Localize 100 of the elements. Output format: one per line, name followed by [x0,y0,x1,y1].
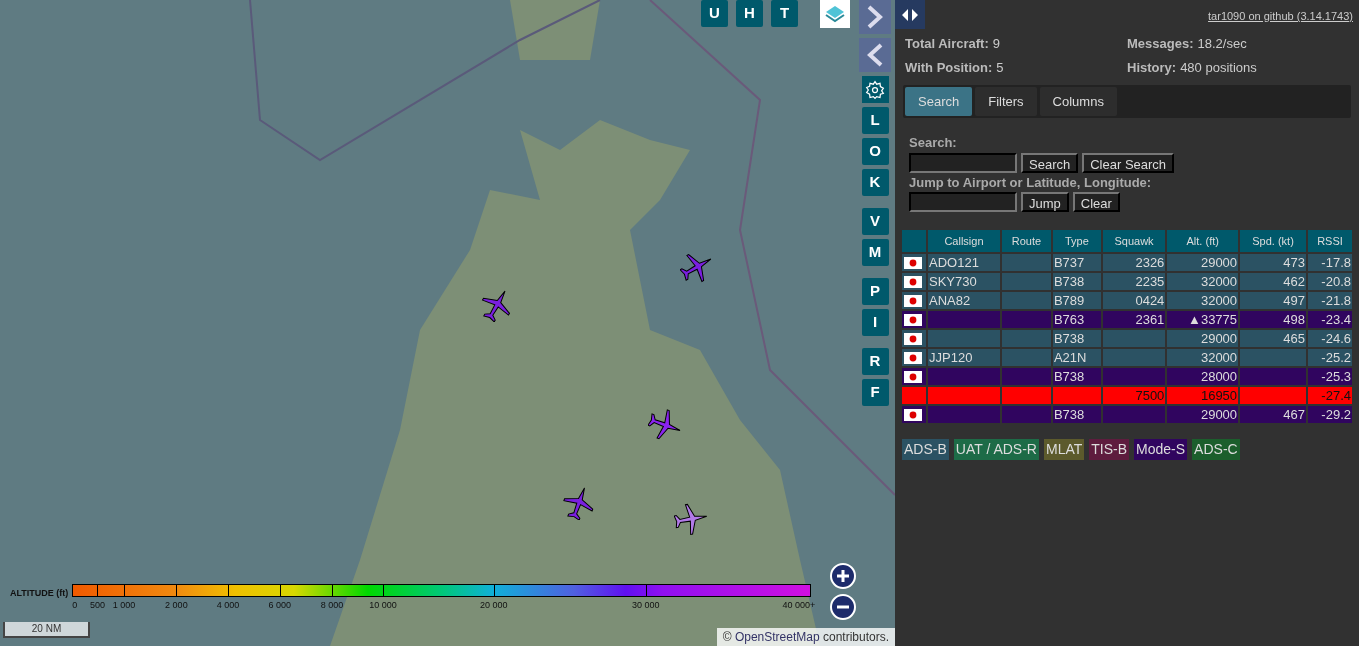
map-toggle-button[interactable]: T [771,0,798,27]
collapse-button[interactable] [859,38,891,72]
source-tag: ADS-C [1192,439,1240,460]
toggle-panel-button[interactable] [895,0,925,29]
jump-button[interactable]: Jump [1021,192,1069,212]
table-cell: -29.2 [1321,407,1351,422]
tab[interactable]: Filters [975,87,1037,116]
table-cell: 32000 [1200,350,1238,365]
table-cell: B738 [1053,369,1085,384]
stat-value: 480 positions [1180,58,1257,77]
map-toggle-button[interactable]: K [861,169,889,196]
table-cell: 2326 [1135,255,1165,270]
aircraft-row[interactable]: JJP120 A21N 32000 -25.2 [902,349,1352,366]
table-cell: -17.8 [1321,255,1351,270]
aircraft-row[interactable]: ANA82 B789 0424 32000 497 -21.8 [902,292,1352,309]
table-cell: -21.8 [1321,293,1351,308]
settings-icon [865,79,885,100]
table-cell: 32000 [1200,274,1238,289]
map-toggle-button[interactable]: U [701,0,728,27]
aircraft-row[interactable]: ADO121 B737 2326 29000 473 -17.8 [902,254,1352,271]
altitude-label: 20 000 [479,599,508,612]
table-cell: 28000 [1200,369,1238,384]
altitude-label: 8 000 [320,599,344,612]
map-toggle-button[interactable]: R [861,348,889,375]
column-header[interactable]: Type [1052,230,1101,252]
aircraft-row[interactable]: B738 29000 467 -29.2 [902,406,1352,423]
altitude-label: 10 000 [369,599,397,612]
zoom-out-button[interactable] [830,594,856,620]
plus-icon [836,569,850,583]
clear-search-button[interactable]: Clear Search [1082,152,1175,173]
table-cell: 29000 [1200,331,1238,346]
search-button[interactable]: Search [1021,152,1079,173]
stat-label: History: [1127,58,1177,77]
table-cell: B738 [1053,331,1085,346]
table-cell: -27.4 [1321,388,1351,403]
source-tag: MLAT [1043,439,1085,460]
table-cell: 465 [1283,331,1306,346]
map-toggle-button[interactable]: O [861,138,889,165]
table-cell: B738 [1053,274,1085,289]
altitude-label: 500 [89,599,105,612]
table-cell: B789 [1053,293,1085,308]
table-cell: 498 [1283,312,1306,327]
column-header[interactable]: RSSI [1308,230,1352,252]
airplane-icon[interactable] [674,502,708,536]
map-toggle-button[interactable]: H [736,0,763,27]
openstreetmap-link[interactable]: OpenStreetMap [734,630,820,644]
clear-button[interactable]: Clear [1072,192,1120,212]
table-cell: JJP120 [929,350,973,365]
aircraft-row[interactable]: SKY730 B738 2235 32000 462 -20.8 [902,273,1352,290]
table-cell: 467 [1283,407,1306,422]
legend-title: ALTITUDE (ft) [10,587,69,600]
column-header[interactable]: Alt. (ft) [1167,230,1239,252]
column-header[interactable]: Squawk [1102,230,1166,252]
stat-value: 18.2/sec [1197,35,1247,53]
stat-label: Total Aircraft: [905,35,989,53]
map-toggle-button[interactable]: F [861,379,889,406]
map-attribution: © OpenStreetMap contributors. [716,628,895,646]
source-tag: Mode-S [1134,439,1188,460]
left-right-arrows-icon [900,7,920,22]
expand-button[interactable] [859,0,891,34]
airplane-icon[interactable] [648,408,682,442]
map-toggle-button[interactable]: I [861,309,889,336]
aircraft-row[interactable]: B738 28000 -25.3 [902,368,1352,385]
table-cell: SKY730 [929,274,977,289]
table-cell: ANA82 [929,293,971,308]
stat-value: 9 [992,35,1001,53]
search-label: Search: [909,134,958,152]
column-header[interactable]: Route [1001,230,1051,252]
map-toggle-button[interactable]: L [861,107,889,134]
tab[interactable]: Search [905,87,973,116]
table-cell: -20.8 [1321,274,1351,289]
aircraft-row[interactable]: 7500 16950 -27.4 [902,387,1352,404]
aircraft-row[interactable]: B763 2361 ▲33775 498 -23.4 [902,311,1352,328]
scale-bar: 20 NM [3,622,90,638]
map-toggle-button[interactable]: M [861,239,889,266]
column-header[interactable]: Callsign [928,230,1000,252]
map-toggle-button[interactable]: V [861,208,889,235]
version-link[interactable]: tar1090 on github (3.14.1743) [1208,8,1353,25]
table-cell: 16950 [1200,388,1238,403]
altitude-label: 40 000+ [782,599,816,612]
map-toggle-button[interactable]: P [861,278,889,305]
airplane-icon[interactable] [562,486,596,520]
table-cell: -25.3 [1321,369,1351,384]
layers-button[interactable] [820,0,850,28]
altitude-label: 0 [72,599,78,612]
header-cell [902,230,926,252]
tab[interactable]: Columns [1039,87,1117,116]
source-tag: TIS-B [1089,439,1130,460]
zoom-in-button[interactable] [830,563,856,589]
aircraft-row[interactable]: B738 29000 465 -24.6 [902,330,1352,347]
stat-label: With Position: [905,58,993,77]
altitude-label: 2 000 [165,599,188,612]
source-tag: UAT / ADS-R [953,439,1039,460]
table-cell: 29000 [1200,255,1238,270]
column-header[interactable]: Spd. (kt) [1240,230,1307,252]
search-field[interactable] [909,152,1017,173]
jump-field[interactable] [909,192,1017,212]
table-cell: 2361 [1135,312,1165,327]
layers-icon [824,4,846,24]
settings-button[interactable] [861,76,889,103]
